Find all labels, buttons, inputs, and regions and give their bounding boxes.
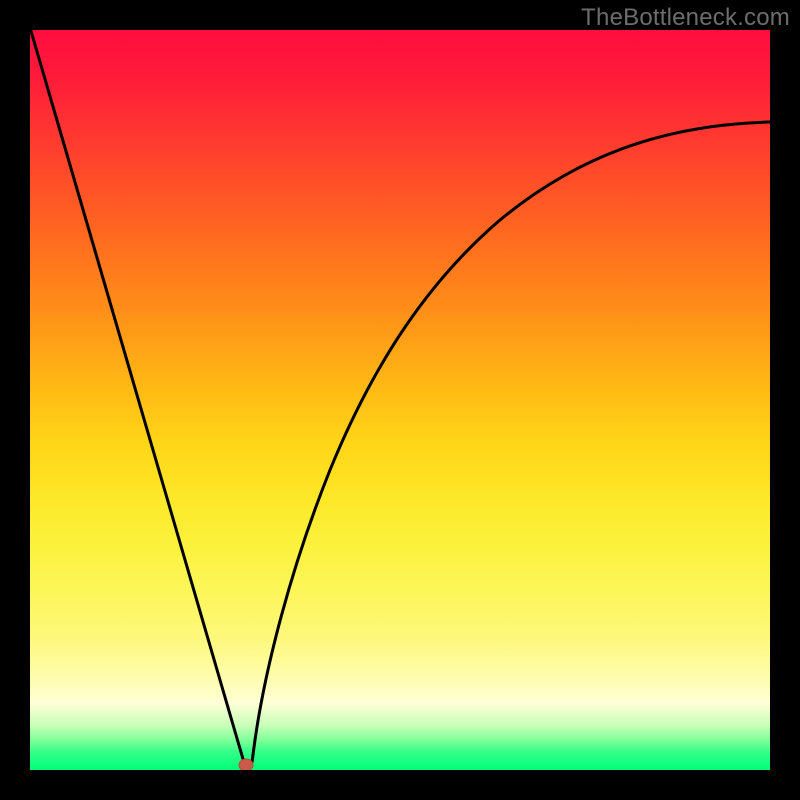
minimum-point-marker (239, 759, 253, 770)
chart-plot-area (30, 30, 770, 770)
curve-left-branch (31, 31, 255, 765)
watermark-text: TheBottleneck.com (581, 4, 790, 32)
bottleneck-curve (30, 30, 770, 770)
curve-right-branch (255, 122, 769, 740)
